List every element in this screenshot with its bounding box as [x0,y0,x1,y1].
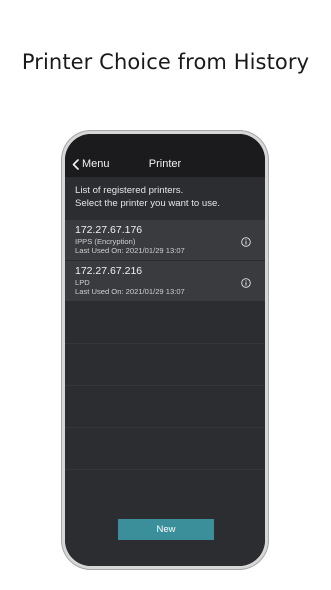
empty-list-row [65,344,265,386]
info-icon[interactable] [241,275,251,288]
page-headline: Printer Choice from History [21,50,310,74]
printer-ip: 172.27.67.176 [75,224,143,236]
printer-protocol: LPD [75,278,90,287]
printer-last-used: Last Used On: 2021/01/29 13:07 [75,287,185,296]
printer-row[interactable]: 172.27.67.216 LPD Last Used On: 2021/01/… [65,261,265,302]
status-bar [65,134,265,154]
navigation-bar: Menu Printer [65,154,265,178]
phone-frame: Menu Printer List of registered printers… [61,130,269,570]
empty-list-row [65,302,265,344]
printer-list: 172.27.67.176 IPPS (Encryption) Last Use… [65,220,265,470]
empty-list-row [65,386,265,428]
info-icon[interactable] [241,234,251,247]
printer-last-used: Last Used On: 2021/01/29 13:07 [75,246,185,255]
intro-text: List of registered printers. Select the … [65,178,265,217]
printer-list-screen: List of registered printers. Select the … [65,178,265,566]
phone-screen: Menu Printer List of registered printers… [65,134,265,566]
printer-ip: 172.27.67.216 [75,265,143,277]
printer-row[interactable]: 172.27.67.176 IPPS (Encryption) Last Use… [65,220,265,261]
intro-line-1: List of registered printers. [75,185,184,196]
intro-line-2: Select the printer you want to use. [75,198,221,209]
new-printer-button[interactable]: New [118,519,214,540]
nav-title: Printer [148,158,182,170]
printer-protocol: IPPS (Encryption) [75,237,136,246]
empty-list-row [65,428,265,470]
